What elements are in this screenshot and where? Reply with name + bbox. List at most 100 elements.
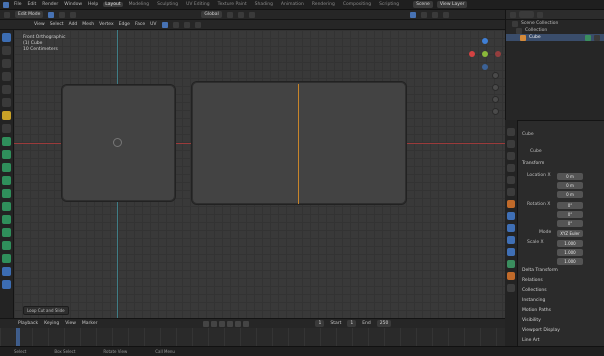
line-art-section[interactable]: Line Art — [522, 338, 540, 343]
mirror-y-icon[interactable] — [183, 21, 190, 28]
playhead[interactable] — [16, 328, 20, 346]
workspace-tab-uv-editing[interactable]: UV Editing — [184, 2, 211, 7]
visibility-section[interactable]: Visibility — [522, 318, 541, 323]
timeline-menu-view[interactable]: View — [65, 321, 76, 326]
relations-section[interactable]: Relations — [522, 278, 543, 283]
shrink-tool-icon[interactable] — [2, 254, 11, 263]
menu-render[interactable]: Render — [41, 2, 59, 7]
mesh-face-right[interactable] — [191, 81, 407, 205]
solid-shading-icon[interactable] — [431, 11, 438, 18]
workspace-tab-layout[interactable]: Layout — [103, 2, 123, 7]
snap-icon[interactable] — [237, 11, 244, 18]
particles-tab-icon[interactable] — [507, 224, 515, 232]
annotate-tool-icon[interactable] — [2, 111, 11, 120]
output-tab-icon[interactable] — [507, 152, 515, 160]
face-select-icon[interactable] — [70, 11, 77, 18]
location-x-field[interactable]: 0 m — [557, 173, 583, 180]
modifier-tab-icon[interactable] — [507, 212, 515, 220]
poly-build-tool-icon[interactable] — [2, 202, 11, 211]
current-frame-field[interactable]: 1 — [315, 320, 325, 327]
timeline-menu-keying[interactable]: Keying — [44, 321, 59, 326]
start-frame-field[interactable]: 1 — [347, 320, 357, 327]
transform-orientation-selector[interactable]: Global — [201, 11, 222, 18]
material-tab-icon[interactable] — [507, 272, 515, 280]
bevel-tool-icon[interactable] — [2, 163, 11, 172]
delta-transform-section[interactable]: Delta Transform — [522, 268, 558, 273]
outliner-cube[interactable]: Cube — [506, 34, 604, 41]
mode-selector[interactable]: Edit Mode — [15, 11, 44, 18]
viewport-overlays-icon[interactable] — [409, 11, 416, 18]
workspace-tab-modeling[interactable]: Modeling — [127, 2, 151, 7]
scene-tab-icon[interactable] — [507, 176, 515, 184]
menu-help[interactable]: Help — [87, 2, 99, 7]
viewport-display-section[interactable]: Viewport Display — [522, 328, 560, 333]
motion-paths-section[interactable]: Motion Paths — [522, 308, 551, 313]
shear-tool-icon[interactable] — [2, 267, 11, 276]
inset-tool-icon[interactable] — [2, 150, 11, 159]
extrude-tool-icon[interactable] — [2, 137, 11, 146]
next-key-icon[interactable] — [235, 320, 242, 327]
menu-add[interactable]: Add — [69, 22, 78, 27]
3d-viewport[interactable]: Front Orthographic (1) Cube 10 Centimete… — [14, 30, 505, 318]
rotate-tool-icon[interactable] — [2, 72, 11, 81]
rotation-y-field[interactable]: 0° — [557, 211, 583, 218]
visibility-eye-icon[interactable] — [594, 34, 600, 41]
mirror-x-icon[interactable] — [172, 21, 179, 28]
sync-select-icon[interactable] — [161, 21, 168, 28]
play-icon[interactable] — [227, 320, 234, 327]
edge-slide-tool-icon[interactable] — [2, 241, 11, 250]
cursor-tool-icon[interactable] — [2, 46, 11, 55]
menu-vertex[interactable]: Vertex — [99, 22, 113, 27]
object-tab-icon[interactable] — [507, 200, 515, 208]
menu-face[interactable]: Face — [135, 22, 145, 27]
blender-logo-icon[interactable] — [3, 1, 9, 8]
pivot-point-icon[interactable] — [226, 11, 233, 18]
jump-start-icon[interactable] — [203, 320, 210, 327]
outliner-search-input[interactable] — [519, 11, 534, 18]
gizmo-y-axis-icon[interactable] — [482, 51, 488, 57]
workspace-tab-animation[interactable]: Animation — [279, 2, 306, 7]
ortho-toggle-icon[interactable] — [492, 108, 499, 115]
material-shading-icon[interactable] — [442, 11, 449, 18]
collections-section[interactable]: Collections — [522, 288, 547, 293]
menu-uv[interactable]: UV — [150, 22, 156, 27]
spin-tool-icon[interactable] — [2, 215, 11, 224]
location-y-field[interactable]: 0 m — [557, 182, 583, 189]
constraints-tab-icon[interactable] — [507, 248, 515, 256]
proportional-edit-icon[interactable] — [248, 11, 255, 18]
menu-mesh[interactable]: Mesh — [82, 22, 94, 27]
outliner-collection[interactable]: Collection — [506, 27, 604, 34]
gizmo-x-axis-icon[interactable] — [469, 51, 475, 57]
end-frame-field[interactable]: 250 — [376, 320, 392, 327]
timeline-menu-playback[interactable]: Playback — [18, 321, 38, 326]
tool-tab-icon[interactable] — [507, 128, 515, 136]
operator-panel[interactable]: Loop Cut and Slide — [23, 306, 69, 315]
menu-edit[interactable]: Edit — [27, 2, 38, 7]
menu-edge[interactable]: Edge — [119, 22, 130, 27]
transform-tool-icon[interactable] — [2, 98, 11, 107]
knife-tool-icon[interactable] — [2, 189, 11, 198]
navigation-gizmo[interactable] — [469, 38, 501, 70]
scale-x-field[interactable]: 1.000 — [557, 240, 583, 247]
workspace-tab-scripting[interactable]: Scripting — [377, 2, 401, 7]
outliner-type-icon[interactable] — [510, 11, 516, 18]
mirror-z-icon[interactable] — [194, 21, 201, 28]
editor-type-icon[interactable] — [4, 11, 10, 18]
prev-key-icon[interactable] — [211, 320, 218, 327]
vertex-select-icon[interactable] — [48, 11, 55, 18]
data-tab-icon[interactable] — [507, 260, 515, 268]
gizmo-neg-z-icon[interactable] — [482, 64, 488, 70]
rotation-mode-select[interactable]: XYZ Euler — [557, 230, 583, 237]
scene-selector[interactable]: Scene — [413, 1, 433, 8]
menu-select[interactable]: Select — [50, 22, 64, 27]
workspace-tab-rendering[interactable]: Rendering — [310, 2, 337, 7]
scale-y-field[interactable]: 1.000 — [557, 249, 583, 256]
select-box-tool-icon[interactable] — [2, 33, 11, 42]
edge-select-icon[interactable] — [59, 11, 66, 18]
view-layer-selector[interactable]: View Layer — [436, 1, 468, 8]
render-tab-icon[interactable] — [507, 140, 515, 148]
xray-icon[interactable] — [420, 11, 427, 18]
timeline-track[interactable] — [0, 328, 505, 346]
move-tool-icon[interactable] — [2, 59, 11, 68]
zoom-view-icon[interactable] — [492, 72, 499, 79]
